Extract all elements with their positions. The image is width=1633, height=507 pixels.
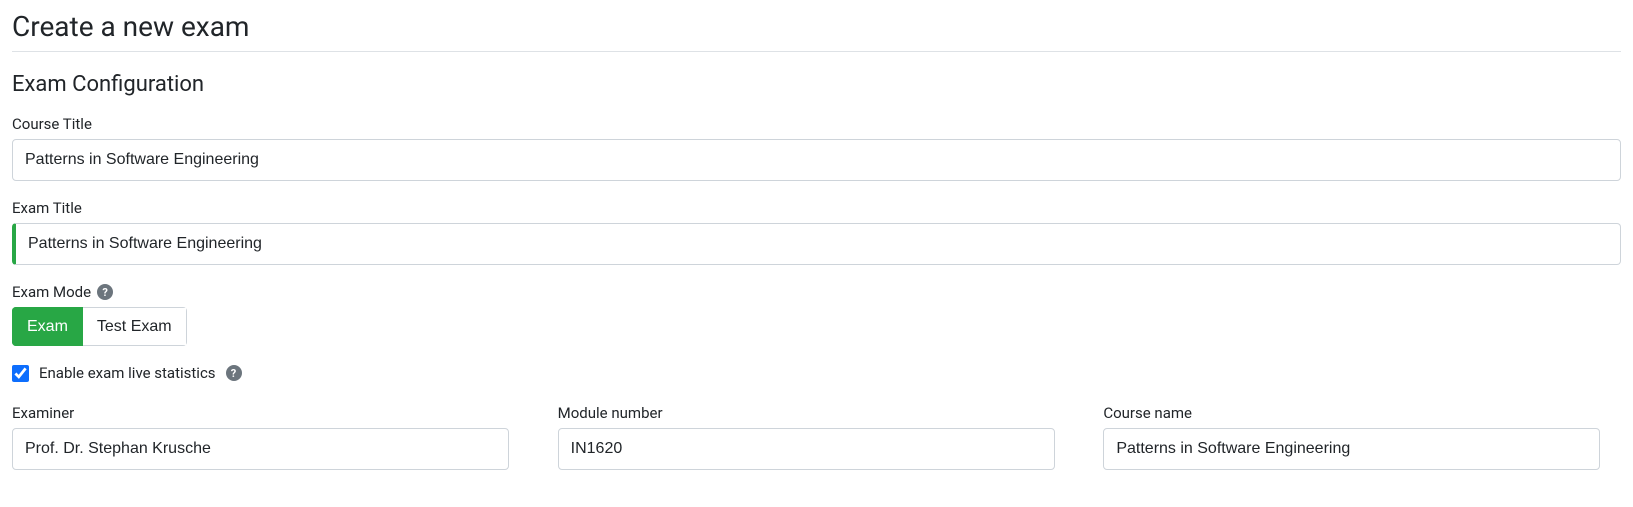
examiner-label: Examiner <box>12 404 530 422</box>
examiner-group: Examiner <box>12 404 530 470</box>
exam-title-label: Exam Title <box>12 199 1621 217</box>
live-stats-row: Enable exam live statistics ? <box>12 364 1621 382</box>
exam-title-group: Exam Title <box>12 199 1621 265</box>
exam-mode-exam-button[interactable]: Exam <box>12 307 83 346</box>
help-icon[interactable]: ? <box>226 365 242 381</box>
course-name-group: Course name <box>1103 404 1621 470</box>
exam-mode-group: Exam Mode ? Exam Test Exam <box>12 283 1621 346</box>
exam-meta-row: Examiner Module number Course name <box>12 404 1621 488</box>
course-title-input[interactable] <box>12 139 1621 181</box>
module-number-input[interactable] <box>558 428 1055 470</box>
section-title-exam-config: Exam Configuration <box>12 72 1621 97</box>
examiner-input[interactable] <box>12 428 509 470</box>
live-stats-label: Enable exam live statistics <box>39 364 216 382</box>
course-name-label: Course name <box>1103 404 1621 422</box>
page-title: Create a new exam <box>12 10 1621 52</box>
module-number-label: Module number <box>558 404 1076 422</box>
course-title-label: Course Title <box>12 115 1621 133</box>
course-title-group: Course Title <box>12 115 1621 181</box>
exam-mode-test-exam-button[interactable]: Test Exam <box>83 307 187 346</box>
exam-title-input[interactable] <box>12 223 1621 265</box>
help-icon[interactable]: ? <box>97 284 113 300</box>
exam-mode-label: Exam Mode <box>12 283 91 301</box>
module-number-group: Module number <box>558 404 1076 470</box>
course-name-input[interactable] <box>1103 428 1600 470</box>
exam-mode-toggle: Exam Test Exam <box>12 307 187 346</box>
live-stats-checkbox[interactable] <box>12 365 29 382</box>
